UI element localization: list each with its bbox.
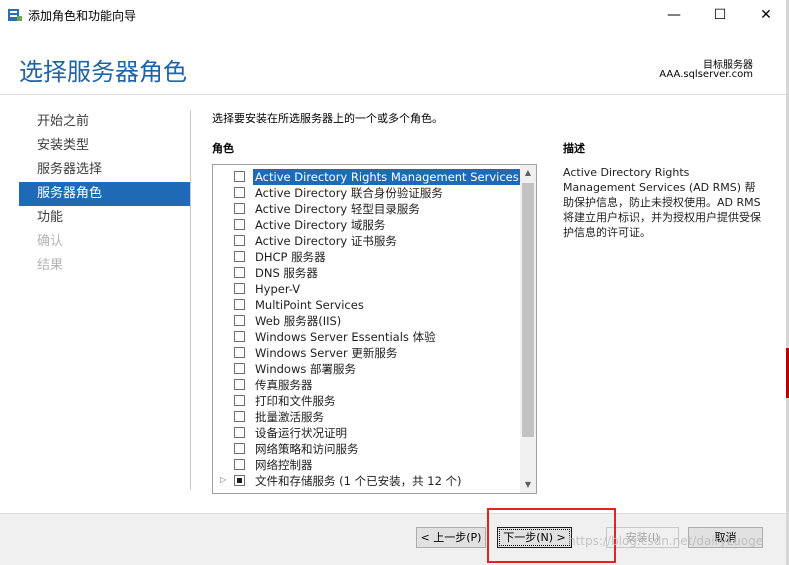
roles-header: 角色 <box>212 142 234 155</box>
role-checkbox[interactable] <box>234 299 245 310</box>
role-label: 批量激活服务 <box>255 410 324 424</box>
scroll-up-arrow-icon[interactable]: ▲ <box>520 165 536 181</box>
role-checkbox[interactable] <box>234 347 245 358</box>
role-checkbox[interactable] <box>234 443 245 454</box>
roles-scrollbar[interactable]: ▲ ▼ <box>520 165 536 493</box>
role-checkbox[interactable] <box>234 459 245 470</box>
role-checkbox[interactable] <box>234 219 245 230</box>
role-row[interactable]: Windows Server Essentials 体验 <box>213 329 521 345</box>
role-row[interactable]: 设备运行状况证明 <box>213 425 521 441</box>
role-row[interactable]: 传真服务器 <box>213 377 521 393</box>
roles-list-items: Active Directory Rights Management Servi… <box>213 169 521 489</box>
role-checkbox[interactable] <box>234 171 245 182</box>
target-server-name: AAA.sqlserver.com <box>659 69 753 80</box>
role-label: 传真服务器 <box>255 378 313 392</box>
role-checkbox[interactable] <box>234 187 245 198</box>
role-checkbox[interactable] <box>234 411 245 422</box>
description-text: Active Directory Rights Management Servi… <box>563 166 761 239</box>
nav-item-results: 结果 <box>37 258 64 273</box>
header-divider <box>0 94 789 95</box>
server-manager-icon <box>8 9 22 21</box>
role-row[interactable]: Hyper-V <box>213 281 521 297</box>
role-label: Active Directory 轻型目录服务 <box>255 202 420 216</box>
role-checkbox[interactable] <box>234 475 245 486</box>
role-label: Active Directory Rights Management Servi… <box>253 169 521 185</box>
role-row[interactable]: Active Directory 域服务 <box>213 217 521 233</box>
description-header: 描述 <box>563 142 585 155</box>
role-checkbox[interactable] <box>234 363 245 374</box>
role-checkbox[interactable] <box>234 283 245 294</box>
watermark-text: https://blog.csdn.net/dairyLuoge <box>568 534 764 548</box>
page-title: 选择服务器角色 <box>19 58 187 86</box>
scroll-down-arrow-icon[interactable]: ▼ <box>520 477 536 493</box>
role-checkbox[interactable] <box>234 203 245 214</box>
role-row[interactable]: DNS 服务器 <box>213 265 521 281</box>
role-row[interactable]: DHCP 服务器 <box>213 249 521 265</box>
close-button[interactable]: ✕ <box>743 0 789 30</box>
previous-button[interactable]: < 上一步(P) <box>416 527 486 548</box>
nav-item-server-selection[interactable]: 服务器选择 <box>19 158 190 182</box>
role-label: Windows 部署服务 <box>255 362 356 376</box>
role-row[interactable]: Active Directory 联合身份验证服务 <box>213 185 521 201</box>
role-row[interactable]: Active Directory 轻型目录服务 <box>213 201 521 217</box>
instruction-text: 选择要安装在所选服务器上的一个或多个角色。 <box>212 112 443 125</box>
role-checkbox[interactable] <box>234 251 245 262</box>
expand-arrow-icon[interactable]: ▷ <box>220 475 228 485</box>
role-label: DHCP 服务器 <box>255 250 326 264</box>
role-checkbox[interactable] <box>234 315 245 326</box>
role-row[interactable]: Active Directory Rights Management Servi… <box>213 169 521 185</box>
role-checkbox[interactable] <box>234 331 245 342</box>
role-label: 文件和存储服务 (1 个已安装，共 12 个) <box>255 474 462 488</box>
role-label: Active Directory 域服务 <box>255 218 386 232</box>
role-label: Active Directory 联合身份验证服务 <box>255 186 443 200</box>
nav-item-confirmation: 确认 <box>37 234 64 249</box>
role-label: Web 服务器(IIS) <box>255 314 342 328</box>
role-checkbox[interactable] <box>234 235 245 246</box>
role-checkbox[interactable] <box>234 379 245 390</box>
role-row[interactable]: 网络策略和访问服务 <box>213 441 521 457</box>
role-row[interactable]: 网络控制器 <box>213 457 521 473</box>
nav-item-before-you-begin[interactable]: 开始之前 <box>19 110 190 134</box>
window-title: 添加角色和功能向导 <box>28 9 137 23</box>
role-checkbox[interactable] <box>234 427 245 438</box>
scroll-thumb[interactable] <box>522 183 534 437</box>
role-label: Windows Server 更新服务 <box>255 346 398 360</box>
role-row[interactable]: 打印和文件服务 <box>213 393 521 409</box>
role-checkbox[interactable] <box>234 267 245 278</box>
role-row[interactable]: MultiPoint Services <box>213 297 521 313</box>
role-checkbox[interactable] <box>234 395 245 406</box>
role-label: 网络策略和访问服务 <box>255 442 359 456</box>
wizard-nav: 开始之前 安装类型 服务器选择 服务器角色 功能 确认 结果 <box>19 110 190 278</box>
role-row[interactable]: 批量激活服务 <box>213 409 521 425</box>
role-row[interactable]: ▷ 文件和存储服务 (1 个已安装，共 12 个) <box>213 473 521 489</box>
nav-item-installation-type[interactable]: 安装类型 <box>19 134 190 158</box>
role-label: Hyper-V <box>255 282 301 296</box>
title-bar: 添加角色和功能向导 — ☐ ✕ <box>0 0 789 30</box>
role-row[interactable]: Web 服务器(IIS) <box>213 313 521 329</box>
role-row[interactable]: Windows Server 更新服务 <box>213 345 521 361</box>
role-label: DNS 服务器 <box>255 266 318 280</box>
nav-item-server-roles[interactable]: 服务器角色 <box>19 182 190 206</box>
role-label: Windows Server Essentials 体验 <box>255 330 436 344</box>
maximize-button[interactable]: ☐ <box>697 0 743 30</box>
role-row[interactable]: Windows 部署服务 <box>213 361 521 377</box>
role-label: 网络控制器 <box>255 458 313 472</box>
minimize-button[interactable]: — <box>651 0 697 30</box>
role-label: Active Directory 证书服务 <box>255 234 397 248</box>
nav-item-features[interactable]: 功能 <box>19 206 190 230</box>
role-label: 设备运行状况证明 <box>255 426 347 440</box>
role-row[interactable]: Active Directory 证书服务 <box>213 233 521 249</box>
role-label: 打印和文件服务 <box>255 394 336 408</box>
nav-divider <box>190 110 191 490</box>
role-label: MultiPoint Services <box>255 298 364 312</box>
roles-list[interactable]: Active Directory Rights Management Servi… <box>212 164 537 494</box>
